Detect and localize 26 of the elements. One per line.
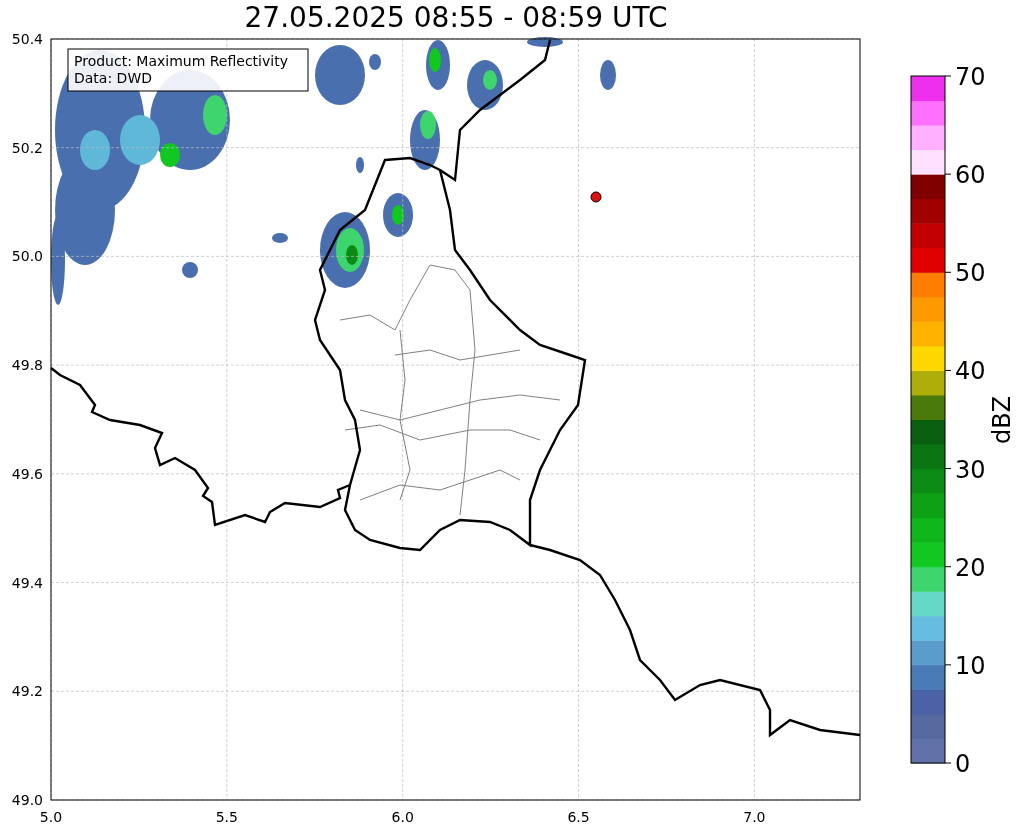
- legend-text: Data: DWD: [74, 70, 152, 86]
- colorbar-tick-label: 10: [955, 651, 986, 680]
- y-tick-label: 49.8: [11, 357, 43, 374]
- colorbar-tick-label: 70: [955, 63, 986, 91]
- y-tick-label: 50.2: [11, 139, 43, 156]
- y-tick-label: 49.6: [11, 465, 43, 482]
- chart-title: 27.05.2025 08:55 - 08:59 UTC: [243, 0, 669, 32]
- x-tick-label: 7.0: [743, 809, 766, 825]
- y-tick-label: 49.4: [11, 574, 43, 591]
- colorbar-tick-label: 30: [955, 455, 986, 484]
- colorbar-tick-label: 50: [955, 259, 986, 288]
- x-tick-label: 6.0: [391, 809, 414, 825]
- location-marker: [590, 191, 602, 203]
- legend-text: Product: Maximum Reflectivity: [74, 53, 288, 69]
- colorbar-tick-label: 40: [955, 357, 986, 386]
- x-tick-label: 5.5: [215, 809, 238, 825]
- y-tick-label: 49.0: [11, 792, 43, 808]
- x-tick-label: 6.5: [567, 809, 590, 825]
- y-tick-label: 50.4: [11, 32, 43, 47]
- colorbar-tick-label: 0: [955, 750, 971, 778]
- y-tick-label: 49.2: [11, 683, 43, 700]
- x-tick-label: 5.0: [39, 809, 63, 825]
- y-tick-label: 50.0: [11, 248, 43, 265]
- colorbar-label: dBZ: [988, 395, 1016, 445]
- colorbar-tick-label: 20: [955, 553, 986, 582]
- colorbar-tick-label: 60: [955, 161, 986, 190]
